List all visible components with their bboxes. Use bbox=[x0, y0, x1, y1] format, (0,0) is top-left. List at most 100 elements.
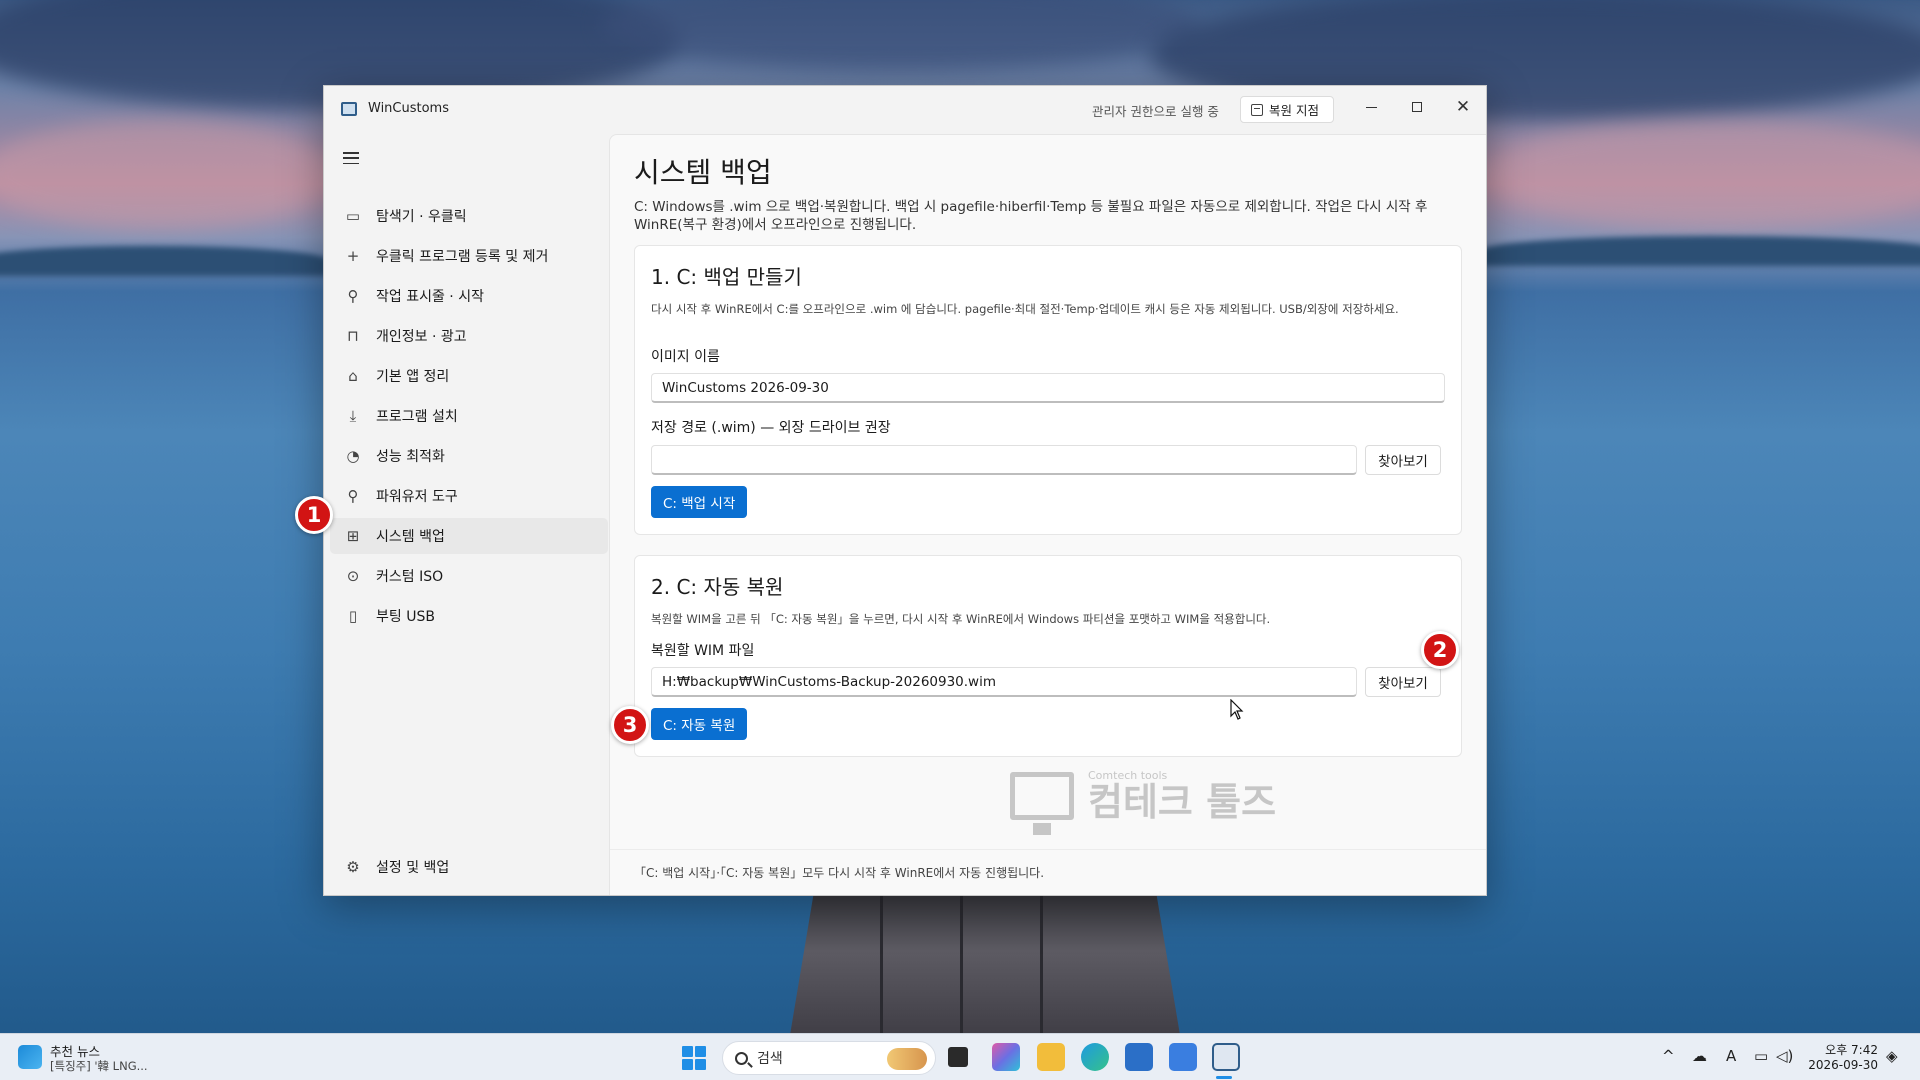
restore-point-label: 복원 지점 bbox=[1269, 103, 1319, 118]
close-icon: ✕ bbox=[1455, 96, 1471, 117]
file-explorer-icon[interactable] bbox=[1037, 1043, 1065, 1071]
taskbar: 추천 뉴스 [특징주] '韓 LNG... 검색 ^ ☁ A ▭ ◁) 오후 7… bbox=[0, 1033, 1920, 1080]
wrench-icon: ⚲ bbox=[347, 287, 359, 305]
mouse-cursor-icon bbox=[1230, 699, 1244, 720]
copilot-icon[interactable] bbox=[992, 1043, 1020, 1071]
backup-card-description: 다시 시작 후 WinRE에서 C:를 오프라인으로 .wim 에 담습니다. … bbox=[651, 302, 1399, 316]
sidebar-item-power-user[interactable]: ⚲ 파워유저 도구 bbox=[330, 478, 608, 514]
watermark: Comtech tools 컴테크 툴즈 bbox=[1010, 769, 1277, 835]
disc-icon: ⊙ bbox=[346, 567, 360, 585]
outlook-icon[interactable] bbox=[1169, 1043, 1197, 1071]
app-title: WinCustoms bbox=[368, 101, 449, 116]
sidebar-item-performance[interactable]: ◔ 성능 최적화 bbox=[330, 438, 608, 474]
gear-icon: ⚙ bbox=[346, 858, 360, 876]
sidebar-item-label: 탐색기 · 우클릭 bbox=[376, 209, 467, 225]
hamburger-menu-button[interactable] bbox=[340, 150, 362, 166]
minimize-button[interactable] bbox=[1348, 92, 1394, 122]
admin-status-text: 관리자 권한으로 실행 중 bbox=[1092, 104, 1219, 119]
app-icon bbox=[341, 102, 357, 116]
menu-icon bbox=[343, 152, 359, 154]
sidebar-item-install-programs[interactable]: ⤓ 프로그램 설치 bbox=[330, 398, 608, 434]
sidebar-item-context-menu-programs[interactable]: + 우클릭 프로그램 등록 및 제거 bbox=[330, 238, 608, 274]
archive-icon bbox=[1251, 103, 1263, 116]
restore-point-button[interactable]: 복원 지점 bbox=[1240, 96, 1334, 123]
title-bar[interactable]: WinCustoms 관리자 권한으로 실행 중 복원 지점 ✕ bbox=[324, 86, 1486, 132]
main-content: 시스템 백업 C: Windows를 .wim 으로 백업·복원합니다. 백업 … bbox=[609, 134, 1486, 895]
chevron-up-icon[interactable]: ^ bbox=[1662, 1047, 1675, 1065]
notification-icon[interactable]: ◈ bbox=[1886, 1047, 1898, 1065]
store-icon[interactable] bbox=[1125, 1043, 1153, 1071]
search-placeholder: 검색 bbox=[757, 1051, 783, 1067]
start-button[interactable] bbox=[682, 1046, 706, 1070]
network-icon[interactable]: ▭ bbox=[1754, 1047, 1768, 1065]
usb-icon: ▯ bbox=[348, 607, 358, 625]
grid-icon: ⊞ bbox=[346, 527, 360, 545]
backup-browse-button[interactable]: 찾아보기 bbox=[1365, 445, 1441, 475]
step-marker-2: 2 bbox=[1421, 631, 1459, 669]
minimize-icon bbox=[1365, 106, 1377, 108]
app-window: WinCustoms 관리자 권한으로 실행 중 복원 지점 ✕ ▭ 탐색기 ·… bbox=[323, 85, 1487, 896]
footer-divider bbox=[610, 849, 1486, 850]
sidebar-item-default-apps[interactable]: ⌂ 기본 앱 정리 bbox=[330, 358, 608, 394]
wim-file-input[interactable] bbox=[651, 667, 1357, 697]
folder-icon: ▭ bbox=[345, 207, 361, 225]
sidebar-item-label: 기본 앱 정리 bbox=[376, 369, 450, 385]
step-marker-1: 1 bbox=[295, 496, 333, 534]
sidebar-item-label: 작업 표시줄 · 시작 bbox=[376, 289, 484, 305]
save-path-input[interactable] bbox=[651, 445, 1357, 475]
image-name-input[interactable] bbox=[651, 373, 1445, 403]
sidebar-item-label: 프로그램 설치 bbox=[376, 409, 458, 425]
close-button[interactable]: ✕ bbox=[1440, 92, 1486, 122]
step-marker-3: 3 bbox=[611, 706, 649, 744]
save-path-label: 저장 경로 (.wim) — 외장 드라이브 권장 bbox=[651, 420, 891, 436]
watermark-big-text: 컴테크 툴즈 bbox=[1088, 780, 1277, 824]
sidebar-item-label: 커스텀 ISO bbox=[376, 569, 444, 585]
sidebar-item-custom-iso[interactable]: ⊙ 커스텀 ISO bbox=[330, 558, 608, 594]
backup-card-title: 1. C: 백업 만들기 bbox=[651, 265, 802, 289]
maximize-icon bbox=[1412, 102, 1422, 112]
restore-card-description: 복원할 WIM을 고른 뒤 「C: 자동 복원」을 누르면, 다시 시작 후 W… bbox=[651, 612, 1271, 626]
active-app-indicator bbox=[1216, 1076, 1232, 1079]
news-subtitle: [특징주] '韓 LNG... bbox=[50, 1059, 148, 1073]
start-backup-button[interactable]: C: 백업 시작 bbox=[651, 486, 748, 518]
auto-restore-button[interactable]: C: 자동 복원 bbox=[651, 708, 748, 740]
gauge-icon: ◔ bbox=[346, 447, 360, 465]
restore-card-title: 2. C: 자동 복원 bbox=[651, 575, 784, 599]
sidebar-item-system-backup[interactable]: ⊞ 시스템 백업 bbox=[330, 518, 608, 554]
image-name-label: 이미지 이름 bbox=[651, 349, 720, 365]
news-icon bbox=[18, 1045, 42, 1069]
clock-time: 오후 7:42 bbox=[1825, 1043, 1878, 1057]
sidebar-item-label: 개인정보 · 광고 bbox=[376, 329, 467, 345]
sidebar-item-settings[interactable]: ⚙ 설정 및 백업 bbox=[330, 849, 608, 885]
search-icon bbox=[735, 1051, 748, 1065]
sidebar-item-label: 시스템 백업 bbox=[376, 529, 445, 545]
lock-icon: ⊓ bbox=[347, 327, 359, 345]
page-description: C: Windows를 .wim 으로 백업·복원합니다. 백업 시 pagef… bbox=[634, 199, 1428, 233]
volume-icon[interactable]: ◁) bbox=[1776, 1047, 1793, 1065]
sidebar-item-privacy[interactable]: ⊓ 개인정보 · 광고 bbox=[330, 318, 608, 354]
backup-card: 1. C: 백업 만들기 다시 시작 후 WinRE에서 C:를 오프라인으로 … bbox=[634, 245, 1462, 535]
ime-icon[interactable]: A bbox=[1726, 1047, 1736, 1065]
page-title: 시스템 백업 bbox=[634, 156, 772, 189]
clock-date: 2026-09-30 bbox=[1808, 1058, 1878, 1072]
sidebar-item-label: 파워유저 도구 bbox=[376, 489, 458, 505]
cloud-offline-icon[interactable]: ☁ bbox=[1692, 1047, 1707, 1065]
plus-icon: + bbox=[346, 247, 360, 265]
download-icon: ⤓ bbox=[349, 407, 357, 425]
sidebar-item-taskbar[interactable]: ⚲ 작업 표시줄 · 시작 bbox=[330, 278, 608, 314]
sidebar-item-explorer[interactable]: ▭ 탐색기 · 우클릭 bbox=[330, 198, 608, 234]
sidebar-item-label: 부팅 USB bbox=[376, 609, 435, 625]
restore-browse-button[interactable]: 찾아보기 bbox=[1365, 667, 1441, 697]
footer-note: 「C: 백업 시작」·「C: 자동 복원」모두 다시 시작 후 WinRE에서 … bbox=[634, 866, 1045, 880]
wim-file-label: 복원할 WIM 파일 bbox=[651, 643, 755, 659]
monitor-icon bbox=[1010, 771, 1074, 835]
restore-card: 2. C: 자동 복원 복원할 WIM을 고른 뒤 「C: 자동 복원」을 누르… bbox=[634, 555, 1462, 757]
task-view-icon[interactable] bbox=[948, 1047, 968, 1067]
maximize-button[interactable] bbox=[1394, 92, 1440, 122]
sidebar-item-boot-usb[interactable]: ▯ 부팅 USB bbox=[330, 598, 608, 634]
windows-logo-icon bbox=[682, 1046, 693, 1057]
wincustoms-taskbar-icon[interactable] bbox=[1212, 1043, 1240, 1071]
taskbar-search[interactable]: 검색 bbox=[722, 1041, 936, 1075]
search-highlight-art bbox=[887, 1048, 927, 1070]
edge-browser-icon[interactable] bbox=[1081, 1043, 1109, 1071]
